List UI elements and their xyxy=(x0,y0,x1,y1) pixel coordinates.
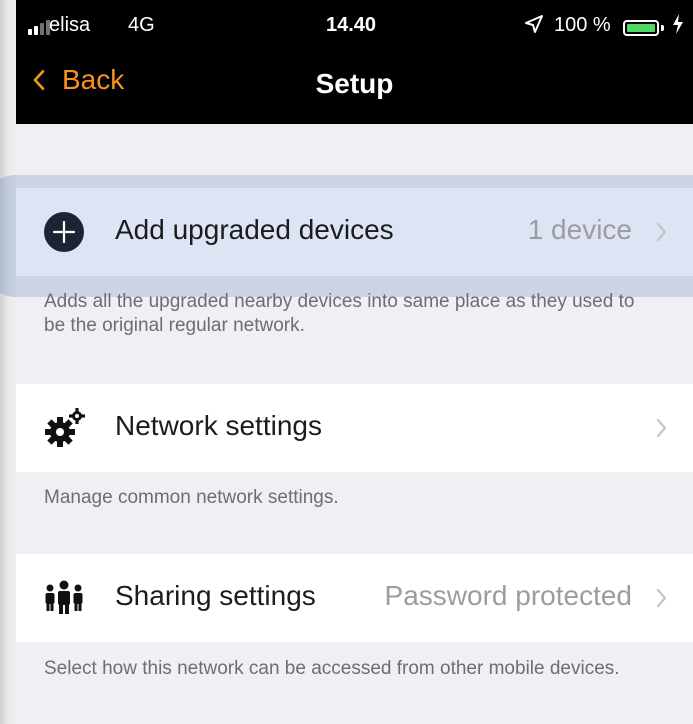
row-value: Password protected xyxy=(384,580,632,611)
battery-icon xyxy=(623,20,659,36)
row-label: Network settings xyxy=(115,410,322,441)
location-arrow-icon xyxy=(524,14,544,40)
sharing-settings-row[interactable]: Sharing settings Password protected xyxy=(16,554,693,642)
section-footer: Manage common network settings. xyxy=(44,487,339,508)
gears-icon xyxy=(45,408,85,447)
network-settings-row[interactable]: Network settings xyxy=(16,384,693,472)
touch-highlight-edge xyxy=(0,175,16,297)
chevron-right-icon xyxy=(656,222,667,242)
plus-circle-icon xyxy=(44,212,84,252)
chevron-right-icon xyxy=(656,418,667,438)
people-icon xyxy=(45,580,83,614)
battery-tip xyxy=(661,25,664,31)
navigation-bar: Back Setup xyxy=(16,52,693,124)
signal-strength-icon xyxy=(28,20,50,35)
status-bar: elisa 4G 14.40 100 % xyxy=(16,0,693,52)
battery-percentage: 100 % xyxy=(554,14,611,36)
clock: 14.40 xyxy=(326,14,377,36)
chevron-right-icon xyxy=(656,588,667,608)
phone-screen: elisa 4G 14.40 100 % Back Setup Add upgr… xyxy=(16,0,693,724)
row-value: 1 device xyxy=(527,214,632,245)
row-label: Add upgraded devices xyxy=(115,214,394,245)
network-type: 4G xyxy=(128,14,155,36)
page-title: Setup xyxy=(315,68,394,99)
section-footer: Select how this network can be accessed … xyxy=(44,658,620,679)
row-label: Sharing settings xyxy=(115,580,316,611)
add-upgraded-devices-row[interactable]: Add upgraded devices 1 device xyxy=(16,188,693,276)
section-footer: Adds all the upgraded nearby devices int… xyxy=(44,291,635,336)
charging-bolt-icon xyxy=(672,14,684,39)
carrier-name: elisa xyxy=(49,14,91,36)
